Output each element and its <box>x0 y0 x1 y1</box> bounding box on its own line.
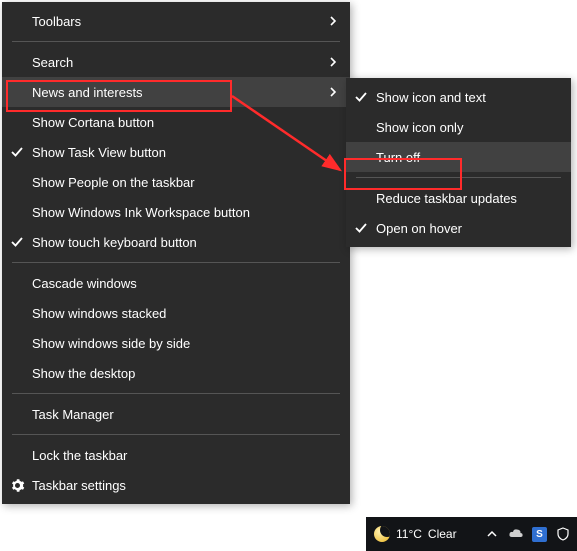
mainMenu-item[interactable]: Toolbars <box>2 6 350 36</box>
check-column <box>346 90 376 104</box>
mainMenu-item[interactable]: Show Task View button <box>2 137 350 167</box>
weather-widget[interactable]: 11°C Clear <box>366 517 465 551</box>
mainMenu-item[interactable]: Show touch keyboard button <box>2 227 350 257</box>
menu-item-label: Search <box>32 55 320 70</box>
menu-item-label: Show icon and text <box>376 90 541 105</box>
weather-label: Clear <box>428 527 457 541</box>
menu-item-label: News and interests <box>32 85 320 100</box>
menu-item-label: Open on hover <box>376 221 541 236</box>
mainMenu-item[interactable]: Show Cortana button <box>2 107 350 137</box>
chevron-up-icon[interactable] <box>484 526 500 542</box>
menu-item-label: Show Windows Ink Workspace button <box>32 205 320 220</box>
menu-item-label: Cascade windows <box>32 276 320 291</box>
menu-separator <box>12 41 340 42</box>
check-icon <box>354 90 368 104</box>
mainMenu-item[interactable]: Search <box>2 47 350 77</box>
security-icon[interactable] <box>555 526 571 542</box>
menu-item-label: Show touch keyboard button <box>32 235 320 250</box>
menu-item-label: Show windows side by side <box>32 336 320 351</box>
menu-separator <box>12 393 340 394</box>
menu-item-label: Show the desktop <box>32 366 320 381</box>
moon-icon <box>374 526 390 542</box>
check-icon <box>10 145 24 159</box>
mainMenu-item[interactable]: Cascade windows <box>2 268 350 298</box>
menu-item-label: Show Task View button <box>32 145 320 160</box>
mainMenu-item[interactable]: Lock the taskbar <box>2 440 350 470</box>
weather-temp: 11°C <box>396 527 422 541</box>
menu-separator <box>12 262 340 263</box>
submenu-column <box>320 15 338 27</box>
mainMenu-item[interactable]: News and interests <box>2 77 350 107</box>
mainMenu-item[interactable]: Show windows stacked <box>2 298 350 328</box>
mainMenu-item[interactable]: Show People on the taskbar <box>2 167 350 197</box>
mainMenu-item[interactable]: Task Manager <box>2 399 350 429</box>
menu-item-label: Show People on the taskbar <box>32 175 320 190</box>
mainMenu-item[interactable]: Taskbar settings <box>2 470 350 500</box>
check-column <box>2 145 32 159</box>
menu-separator <box>356 177 561 178</box>
menu-item-label: Toolbars <box>32 14 320 29</box>
menu-item-label: Lock the taskbar <box>32 448 320 463</box>
mainMenu-item[interactable]: Show Windows Ink Workspace button <box>2 197 350 227</box>
menu-item-label: Show icon only <box>376 120 541 135</box>
menu-item-label: Reduce taskbar updates <box>376 191 541 206</box>
chevron-right-icon <box>328 86 338 98</box>
subMenu-item[interactable]: Open on hover <box>346 213 571 243</box>
taskbar-context-menu: Toolbars Search News and interests Show Cor… <box>2 2 350 504</box>
menu-item-label: Show windows stacked <box>32 306 320 321</box>
taskbar: 11°C Clear S <box>366 517 577 551</box>
submenu-column <box>320 56 338 68</box>
news-and-interests-submenu: Show icon and text Show icon only Turn off… <box>346 78 571 247</box>
check-column <box>346 221 376 235</box>
menu-item-label: Taskbar settings <box>32 478 320 493</box>
menu-separator <box>12 434 340 435</box>
ime-badge-icon[interactable]: S <box>532 527 547 542</box>
mainMenu-item[interactable]: Show the desktop <box>2 358 350 388</box>
subMenu-item[interactable]: Show icon only <box>346 112 571 142</box>
menu-item-label: Task Manager <box>32 407 320 422</box>
chevron-right-icon <box>328 15 338 27</box>
menu-item-label: Turn off <box>376 150 541 165</box>
subMenu-item[interactable]: Show icon and text <box>346 82 571 112</box>
check-icon <box>10 235 24 249</box>
check-icon <box>354 221 368 235</box>
subMenu-item[interactable]: Reduce taskbar updates <box>346 183 571 213</box>
chevron-right-icon <box>328 56 338 68</box>
menu-item-label: Show Cortana button <box>32 115 320 130</box>
check-column <box>2 235 32 249</box>
gear-icon <box>2 478 32 493</box>
submenu-column <box>320 86 338 98</box>
system-tray: S <box>478 526 577 542</box>
subMenu-item[interactable]: Turn off <box>346 142 571 172</box>
mainMenu-item[interactable]: Show windows side by side <box>2 328 350 358</box>
cloud-icon[interactable] <box>508 526 524 542</box>
